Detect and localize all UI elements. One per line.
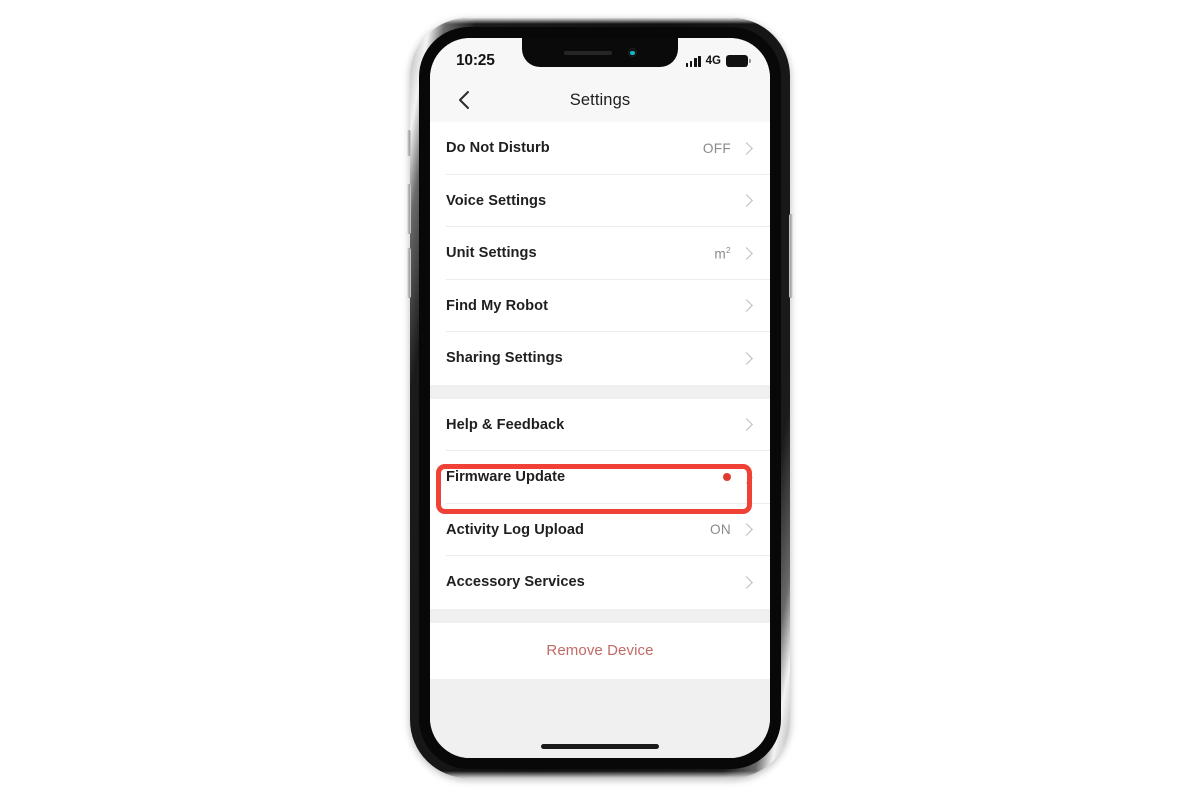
volume-down-button[interactable] xyxy=(407,248,411,298)
row-label: Unit Settings xyxy=(446,245,537,262)
bottom-filler xyxy=(430,678,770,693)
chevron-right-icon xyxy=(740,194,753,208)
chevron-right-icon xyxy=(740,141,753,155)
group-separator xyxy=(430,608,770,623)
settings-row-unit-settings[interactable]: Unit Settings m2 xyxy=(430,227,770,280)
row-accessory xyxy=(723,470,754,484)
row-value: OFF xyxy=(702,140,731,156)
phone-notch xyxy=(522,38,678,67)
row-value: ON xyxy=(710,522,731,538)
settings-row-find-my-robot[interactable]: Find My Robot xyxy=(430,279,770,332)
settings-list[interactable]: Do Not Disturb OFF Voice Settings Unit S… xyxy=(430,122,770,758)
remove-device-label: Remove Device xyxy=(546,642,654,659)
row-accessory xyxy=(740,418,754,432)
settings-row-accessory-services[interactable]: Accessory Services xyxy=(430,556,770,609)
power-button[interactable] xyxy=(789,214,793,298)
row-accessory: ON xyxy=(710,522,754,537)
settings-group-support: Help & Feedback Firmware Update Activity… xyxy=(430,398,770,609)
row-accessory: m2 xyxy=(714,245,754,262)
row-label: Accessory Services xyxy=(446,574,585,591)
row-accessory: OFF xyxy=(703,141,754,156)
row-label: Find My Robot xyxy=(446,297,548,314)
chevron-right-icon xyxy=(740,470,753,484)
chevron-right-icon xyxy=(740,575,753,589)
battery-icon xyxy=(726,55,751,67)
row-accessory xyxy=(740,299,754,313)
row-label: Activity Log Upload xyxy=(446,521,584,538)
chevron-right-icon xyxy=(740,523,753,537)
row-accessory xyxy=(740,194,754,208)
front-camera-icon xyxy=(627,48,637,57)
back-button[interactable] xyxy=(444,78,484,122)
cellular-signal-icon xyxy=(685,55,701,67)
chevron-right-icon xyxy=(740,351,753,365)
mute-switch[interactable] xyxy=(407,130,411,156)
row-label: Help & Feedback xyxy=(446,416,565,433)
page-title: Settings xyxy=(569,90,631,109)
earpiece-speaker-icon xyxy=(563,50,612,55)
settings-row-sharing-settings[interactable]: Sharing Settings xyxy=(430,332,770,385)
row-label: Voice Settings xyxy=(446,192,547,209)
settings-group-primary: Do Not Disturb OFF Voice Settings Unit S… xyxy=(430,122,770,385)
settings-row-help-feedback[interactable]: Help & Feedback xyxy=(430,398,770,451)
row-accessory xyxy=(740,575,754,589)
settings-row-activity-log-upload[interactable]: Activity Log Upload ON xyxy=(430,503,770,556)
settings-row-do-not-disturb[interactable]: Do Not Disturb OFF xyxy=(430,122,770,175)
chevron-right-icon xyxy=(740,246,753,260)
group-separator xyxy=(430,384,770,399)
row-label: Firmware Update xyxy=(446,469,566,486)
phone-screen: 10:25 4G Settings Do Not Disturb OFF Voi… xyxy=(430,38,770,758)
settings-row-voice-settings[interactable]: Voice Settings xyxy=(430,174,770,227)
chevron-right-icon xyxy=(740,418,753,432)
remove-device-button[interactable]: Remove Device xyxy=(430,622,770,679)
settings-row-firmware-update[interactable]: Firmware Update xyxy=(430,451,770,504)
home-indicator[interactable] xyxy=(541,744,659,749)
network-type-label: 4G xyxy=(705,54,721,67)
row-accessory xyxy=(740,351,754,365)
row-value-unit: m2 xyxy=(714,244,731,262)
chevron-right-icon xyxy=(740,299,753,313)
status-bar-time: 10:25 xyxy=(456,52,495,69)
volume-up-button[interactable] xyxy=(407,184,411,234)
screenshot-canvas: 10:25 4G Settings Do Not Disturb OFF Voi… xyxy=(0,0,1200,800)
status-bar-indicators: 4G xyxy=(685,54,751,67)
update-available-dot-icon xyxy=(723,473,731,482)
row-label: Do Not Disturb xyxy=(446,140,550,157)
row-label: Sharing Settings xyxy=(446,350,563,367)
navigation-bar: Settings xyxy=(430,78,770,122)
phone-device-mockup: 10:25 4G Settings Do Not Disturb OFF Voi… xyxy=(407,18,793,778)
chevron-left-icon xyxy=(459,91,469,109)
